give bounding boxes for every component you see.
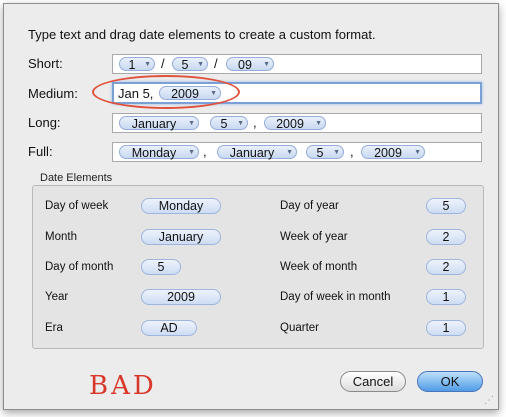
ok-button[interactable]: OK (417, 371, 483, 392)
element-label: Week of year (280, 231, 348, 243)
token-text: Monday (131, 146, 177, 160)
chevron-down-icon: ▼ (237, 120, 244, 127)
quarter-token[interactable]: 1 (426, 320, 466, 336)
chevron-down-icon: ▼ (315, 120, 322, 127)
week-of-year-token[interactable]: 2 (426, 229, 466, 245)
element-label: Era (45, 322, 63, 334)
element-label: Week of month (280, 261, 358, 273)
highlight-oval (92, 75, 240, 109)
day-of-week-in-month-token[interactable]: 1 (426, 289, 466, 305)
instruction-text: Type text and drag date elements to crea… (28, 27, 376, 42)
full-weekday-token[interactable]: Monday ▼ (119, 145, 199, 160)
chevron-down-icon: ▼ (263, 61, 270, 68)
element-label: Month (45, 231, 77, 243)
token-text: 5 (181, 58, 189, 72)
element-label: Day of year (280, 200, 339, 212)
short-format-field[interactable]: 1 ▼ / 5 ▼ / 09 ▼ (112, 54, 482, 74)
short-label: Short: (28, 56, 63, 71)
bad-annotation: BAD (89, 371, 157, 401)
short-month-token[interactable]: 1 ▼ (119, 57, 155, 72)
era-token[interactable]: AD (141, 320, 197, 336)
date-elements-group: Day of week Monday Month January Day of … (32, 185, 484, 349)
year-token[interactable]: 2009 (141, 289, 221, 305)
token-text: 2009 (374, 146, 402, 160)
chevron-down-icon: ▼ (414, 149, 421, 156)
element-label: Quarter (280, 322, 319, 334)
element-label: Year (45, 291, 69, 303)
element-label: Day of month (45, 261, 114, 273)
chevron-down-icon: ▼ (188, 149, 195, 156)
separator: / (161, 56, 165, 71)
chevron-down-icon: ▼ (286, 149, 293, 156)
token-text: 5 (316, 146, 324, 160)
chevron-down-icon: ▼ (188, 120, 195, 127)
token-text: 09 (238, 58, 252, 72)
date-elements-title: Date Elements (40, 172, 113, 184)
resize-grip-icon[interactable]: ⋰ (484, 396, 494, 406)
short-day-token[interactable]: 5 ▼ (172, 57, 208, 72)
separator: , (350, 144, 354, 159)
token-text: 1 (128, 58, 136, 72)
day-of-month-token[interactable]: 5 (141, 259, 181, 275)
week-of-month-token[interactable]: 2 (426, 259, 466, 275)
long-format-field[interactable]: January ▼ 5 ▼ , 2009 ▼ (112, 113, 482, 133)
full-month-token[interactable]: January ▼ (217, 145, 297, 160)
long-label: Long: (28, 115, 61, 130)
chevron-down-icon: ▼ (197, 61, 204, 68)
cancel-button[interactable]: Cancel (340, 371, 406, 392)
month-token[interactable]: January (141, 229, 221, 245)
day-of-year-token[interactable]: 5 (426, 198, 466, 214)
full-format-field[interactable]: Monday ▼ , January ▼ 5 ▼ , 2009 ▼ (112, 142, 482, 162)
token-text: 2009 (276, 117, 304, 131)
short-year-token[interactable]: 09 ▼ (226, 57, 274, 72)
medium-label: Medium: (28, 86, 78, 101)
token-text: January (131, 117, 177, 131)
element-label: Day of week (45, 200, 109, 212)
token-text: 5 (220, 117, 228, 131)
separator: / (214, 56, 218, 71)
day-of-week-token[interactable]: Monday (141, 198, 221, 214)
full-day-token[interactable]: 5 ▼ (306, 145, 344, 160)
separator: , (203, 144, 207, 159)
chevron-down-icon: ▼ (333, 149, 340, 156)
long-month-token[interactable]: January ▼ (119, 116, 199, 131)
long-year-token[interactable]: 2009 ▼ (264, 116, 326, 131)
long-day-token[interactable]: 5 ▼ (210, 116, 248, 131)
custom-date-format-dialog: Type text and drag date elements to crea… (3, 3, 499, 410)
element-label: Day of week in month (280, 291, 391, 303)
token-text: January (229, 146, 275, 160)
full-year-token[interactable]: 2009 ▼ (361, 145, 425, 160)
full-label: Full: (28, 144, 53, 159)
chevron-down-icon: ▼ (144, 61, 151, 68)
separator: , (253, 115, 257, 130)
